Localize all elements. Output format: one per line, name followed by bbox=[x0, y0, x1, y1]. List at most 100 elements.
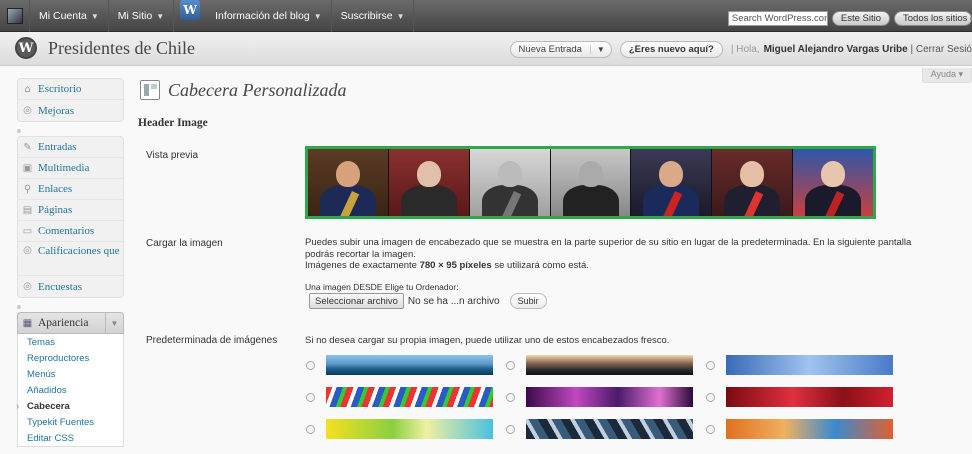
avatar[interactable] bbox=[0, 0, 30, 32]
header-thumbnail[interactable] bbox=[726, 387, 893, 407]
chevron-down-icon: ▼ bbox=[90, 11, 99, 21]
header-radio[interactable] bbox=[506, 392, 515, 402]
default-header-option bbox=[306, 418, 506, 440]
new-entry-label: Nueva Entrada bbox=[518, 44, 582, 55]
upload-sub-label: Una imagen DESDE Elige tu Ordenador: bbox=[305, 282, 459, 292]
header-radio[interactable] bbox=[506, 424, 515, 434]
preview-label: Vista previa bbox=[146, 150, 199, 161]
sidebar-item-label: Comentarios bbox=[38, 225, 95, 237]
help-tab[interactable]: Ayuda ▾ bbox=[921, 68, 972, 83]
sidebar-item-label: Encuestas bbox=[38, 280, 82, 293]
sidebar-item-comentarios[interactable]: ▭ Comentarios bbox=[18, 221, 123, 242]
logout-link[interactable]: | Cerrar Sesió bbox=[910, 44, 972, 55]
blog-info-menu[interactable]: Información del blog ▼ bbox=[206, 0, 332, 32]
sidebar-item-paginas[interactable]: ▤ Páginas bbox=[18, 200, 123, 221]
admin-sidebar: ⌂ Escritorio ◎ Mejoras ✎ Entradas ▣ Mult… bbox=[16, 78, 124, 447]
menu-separator bbox=[17, 300, 124, 312]
menu-separator bbox=[17, 124, 124, 136]
portrait-image bbox=[550, 149, 632, 216]
sidebar-item-escritorio[interactable]: ⌂ Escritorio bbox=[18, 79, 123, 100]
rating-icon: ◎ bbox=[23, 245, 32, 256]
whats-new-button[interactable]: ¿Eres nuevo aquí? bbox=[619, 41, 723, 58]
wp-admin-page: Mi Cuenta ▼ Mi Sitio ▼ W Información del b… bbox=[0, 0, 972, 454]
upload-label: Cargar la imagen bbox=[146, 238, 223, 249]
upgrade-icon: ◎ bbox=[23, 105, 32, 116]
upload-desc-suffix: se utilizará como está. bbox=[494, 260, 589, 271]
header-thumbnail[interactable] bbox=[526, 419, 693, 439]
default-header-option bbox=[706, 418, 906, 440]
header-thumbnail[interactable] bbox=[726, 419, 893, 439]
header-radio[interactable] bbox=[706, 392, 715, 402]
sidebar-item-apariencia[interactable]: ▦ Apariencia ▼ bbox=[17, 312, 124, 334]
media-icon: ▣ bbox=[22, 162, 33, 174]
submenu-item-cabecera[interactable]: Cabecera bbox=[16, 398, 123, 414]
sidebar-item-label: Entradas bbox=[38, 141, 77, 153]
choose-file-button[interactable]: Seleccionar archivo bbox=[309, 293, 404, 309]
header-radio[interactable] bbox=[506, 360, 515, 370]
page-icon: ▤ bbox=[22, 204, 33, 216]
upload-desc-line-3: Imágenes de exactamente 780 × 95 píxeles… bbox=[305, 260, 972, 272]
header-thumbnail[interactable] bbox=[326, 355, 493, 375]
my-site-label: Mi Sitio bbox=[117, 10, 153, 22]
sidebar-item-label: Escritorio bbox=[38, 83, 82, 95]
site-title[interactable]: Presidentes de Chile bbox=[48, 38, 195, 59]
upload-description: Puedes subir una imagen de encabezado qu… bbox=[305, 237, 972, 272]
sidebar-item-mejoras[interactable]: ◎ Mejoras bbox=[18, 100, 123, 121]
file-upload-row: Seleccionar archivo No se ha ...n archiv… bbox=[309, 293, 547, 309]
new-entry-button[interactable]: Nueva Entrada ▼ bbox=[509, 41, 612, 58]
header-radio[interactable] bbox=[706, 360, 715, 370]
header-thumbnail[interactable] bbox=[326, 419, 493, 439]
sidebar-item-label: Multimedia bbox=[38, 162, 90, 174]
sidebar-item-entradas[interactable]: ✎ Entradas bbox=[18, 137, 123, 158]
sidebar-item-calificaciones[interactable]: ◎ Calificaciones que bbox=[18, 242, 123, 276]
subscribe-menu[interactable]: Suscribirse ▼ bbox=[332, 0, 415, 32]
header-radio[interactable] bbox=[306, 360, 315, 370]
submenu-item-editar-css[interactable]: Editar CSS bbox=[18, 430, 123, 446]
header-thumbnail[interactable] bbox=[326, 387, 493, 407]
sidebar-item-encuestas[interactable]: ◎ Encuestas bbox=[18, 276, 123, 297]
header-radio[interactable] bbox=[706, 424, 715, 434]
search-input[interactable]: Search WordPress.com bbox=[727, 11, 828, 26]
default-images-label: Predeterminada de imágenes bbox=[146, 335, 278, 346]
submenu-item-reproductores[interactable]: Reproductores bbox=[18, 350, 123, 366]
upload-desc-line-1: Puedes subir una imagen de encabezado qu… bbox=[305, 237, 912, 248]
sidebar-item-label: Enlaces bbox=[38, 183, 73, 195]
this-site-button[interactable]: Este Sitio bbox=[831, 11, 890, 26]
portrait-image bbox=[631, 149, 713, 216]
file-name-text: No se ha ...n archivo bbox=[407, 295, 500, 307]
header-thumbnail[interactable] bbox=[526, 355, 693, 375]
sidebar-item-enlaces[interactable]: ⚲ Enlaces bbox=[18, 179, 123, 200]
default-headers-grid bbox=[306, 354, 906, 450]
menu-group-dashboard: ⌂ Escritorio ◎ Mejoras bbox=[17, 78, 124, 122]
default-header-option bbox=[706, 386, 906, 408]
upload-submit-button[interactable]: Subir bbox=[509, 293, 547, 309]
sidebar-item-label: Páginas bbox=[38, 204, 73, 216]
default-header-option bbox=[506, 354, 706, 376]
greeting-prefix: | Hola, bbox=[730, 44, 760, 55]
portrait-image bbox=[469, 149, 551, 216]
header-radio[interactable] bbox=[306, 424, 315, 434]
upload-desc-size: 780 × 95 píxeles bbox=[419, 260, 492, 271]
upload-desc-prefix: Imágenes de exactamente bbox=[305, 260, 417, 271]
user-name-link[interactable]: Miguel Alejandro Vargas Uribe bbox=[764, 44, 908, 55]
sidebar-item-label: Apariencia bbox=[38, 317, 89, 329]
portrait-image bbox=[388, 149, 470, 216]
chevron-down-icon[interactable]: ▼ bbox=[105, 313, 123, 333]
my-site-menu[interactable]: Mi Sitio ▼ bbox=[109, 0, 175, 32]
header-thumbnail[interactable] bbox=[726, 355, 893, 375]
submenu-item-temas[interactable]: Temas bbox=[18, 334, 123, 350]
default-images-description: Si no desea cargar su propia imagen, pue… bbox=[305, 335, 670, 346]
submenu-item-typekit[interactable]: Typekit Fuentes bbox=[18, 414, 123, 430]
all-sites-button[interactable]: Todos los sitios d bbox=[894, 11, 972, 26]
header-radio[interactable] bbox=[306, 392, 315, 402]
sidebar-item-multimedia[interactable]: ▣ Multimedia bbox=[18, 158, 123, 179]
submenu-item-menus[interactable]: Menús bbox=[18, 366, 123, 382]
chevron-down-icon[interactable]: ▼ bbox=[589, 45, 611, 54]
wordpress-icon[interactable]: W bbox=[180, 0, 201, 20]
my-account-menu[interactable]: Mi Cuenta ▼ bbox=[30, 0, 109, 32]
header-thumbnail[interactable] bbox=[526, 387, 693, 407]
portrait-image bbox=[712, 149, 794, 216]
submenu-item-anadidos[interactable]: Añadidos bbox=[18, 382, 123, 398]
chevron-down-icon: ▼ bbox=[313, 11, 322, 21]
sidebar-item-label: Mejoras bbox=[38, 104, 75, 117]
